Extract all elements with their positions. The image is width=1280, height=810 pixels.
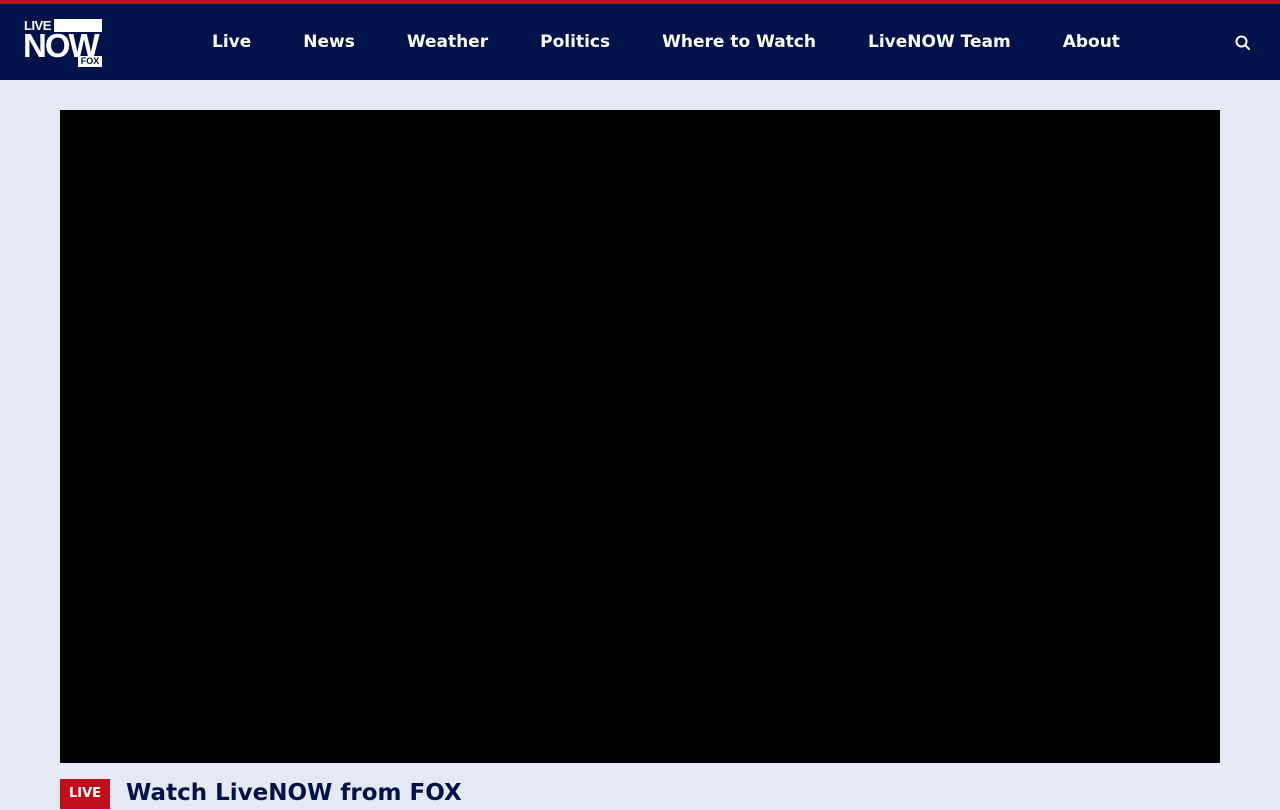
search-icon[interactable] — [1234, 34, 1252, 52]
live-badge: LIVE — [60, 779, 110, 809]
nav-item-politics[interactable]: Politics — [540, 32, 610, 52]
nav-item-weather[interactable]: Weather — [407, 32, 488, 52]
main-nav: Live News Weather Politics Where to Watc… — [212, 4, 1120, 80]
nav-item-about[interactable]: About — [1063, 32, 1120, 52]
nav-item-livenow-team[interactable]: LiveNOW Team — [868, 32, 1011, 52]
site-header: LIVE NOW FOX Live News Weather Politics … — [0, 4, 1280, 80]
video-player[interactable] — [60, 110, 1220, 763]
nav-item-where-to-watch[interactable]: Where to Watch — [662, 32, 816, 52]
nav-item-news[interactable]: News — [303, 32, 355, 52]
video-title: Watch LiveNOW from FOX — [126, 780, 462, 806]
nav-item-live[interactable]: Live — [212, 32, 251, 52]
logo-fox-text: FOX — [78, 56, 102, 67]
livenow-fox-logo[interactable]: LIVE NOW FOX — [23, 19, 102, 67]
